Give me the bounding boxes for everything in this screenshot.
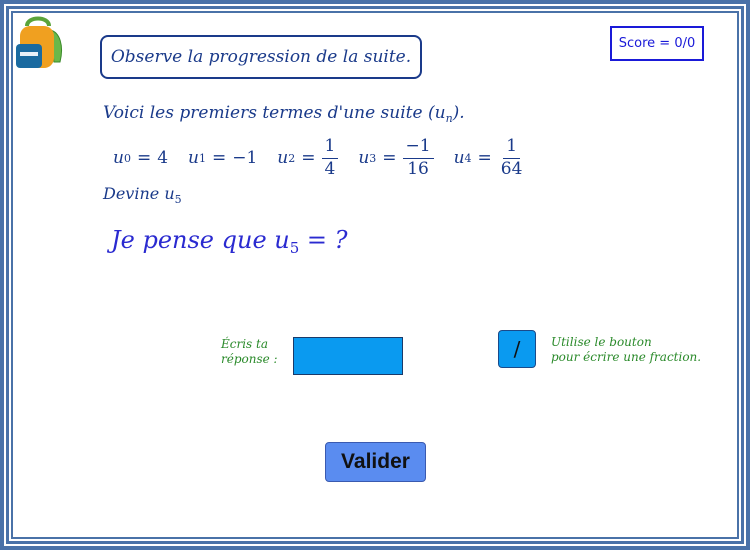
term-index: 4 [464,151,472,165]
equals-sign: = [301,148,316,168]
guess-index: 5 [289,239,300,257]
term-var: u [277,148,289,168]
sequence-var: u [434,103,446,123]
term-u2: u2 = 1 4 [277,136,339,179]
guess-var: u [274,226,290,254]
backpack-icon [16,16,63,68]
hint-line1: Utilise le bouton [551,335,652,349]
fraction-button[interactable]: / [498,330,536,368]
fraction-denominator: 64 [500,158,523,179]
term-index: 2 [288,151,296,165]
score-display: Score = 0/0 [610,26,704,61]
prompt-text: Devine [103,184,165,203]
term-u4: u4 = 1 64 [453,136,526,179]
equals-sign: = [382,148,397,168]
term-fraction: 1 4 [321,136,339,179]
term-var: u [113,148,124,168]
answer-label-line1: Écris ta [221,337,269,351]
sequence-terms: u0 = 4 u1 = −1 u2 = 1 4 u3 = −1 16 u4 = … [113,134,525,182]
fraction-hint: Utilise le bouton pour écrire une fracti… [551,335,726,365]
term-value: 4 [157,148,169,168]
term-u0: u0 = 4 [113,148,168,168]
instruction-box: Observe la progression de la suite. [100,35,422,79]
guess-prompt: Devine u5 [103,184,182,206]
fraction-denominator: 16 [407,158,429,179]
answer-input[interactable] [293,337,403,375]
answer-label: Écris ta réponse : [221,337,291,367]
equals-sign: = [211,148,227,168]
term-u1: u1 = −1 [188,148,257,168]
term-fraction: 1 64 [498,136,526,179]
prompt-index: 5 [174,193,182,206]
prompt-var: u [164,184,175,203]
term-var: u [453,148,465,168]
equals-sign: = [136,148,152,168]
term-index: 3 [369,151,377,165]
term-index: 0 [123,151,131,165]
guess-rest: = ? [299,226,348,254]
answer-label-line2: réponse : [221,352,278,366]
intro-text: Voici les premiers termes d'une suite ( [103,103,435,123]
fraction-numerator: 1 [321,136,339,159]
fraction-numerator: 1 [503,136,521,159]
term-u3: u3 = −1 16 [358,136,434,179]
fraction-numerator: −1 [402,136,434,159]
guess-statement: Je pense que u5 = ? [111,226,348,257]
term-var: u [358,148,370,168]
term-value: −1 [232,148,258,168]
term-var: u [188,148,199,168]
equals-sign: = [477,148,492,168]
sequence-index: n [445,112,453,125]
guess-text: Je pense que [111,226,275,254]
fraction-denominator: 4 [324,158,336,179]
term-fraction: −1 16 [402,136,434,179]
submit-button[interactable]: Valider [325,442,426,482]
sequence-intro: Voici les premiers termes d'une suite (u… [103,103,465,125]
term-index: 1 [198,151,206,165]
hint-line2: pour écrire une fraction. [551,350,702,364]
intro-close: ). [452,103,465,123]
